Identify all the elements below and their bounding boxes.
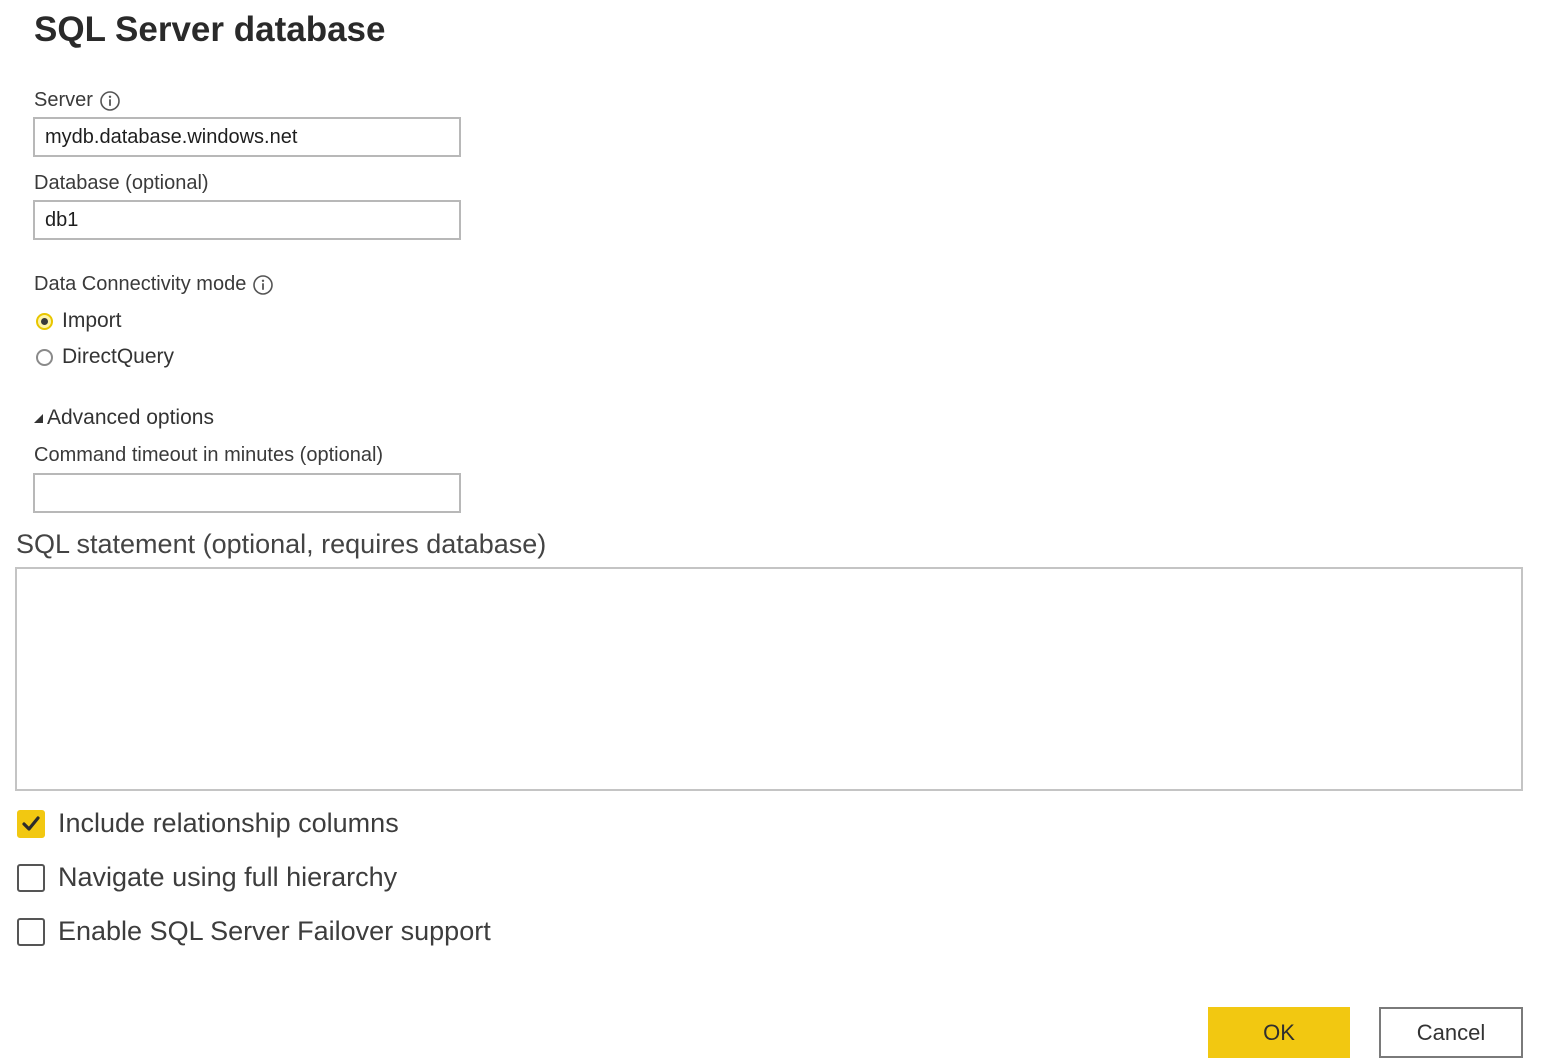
include-relationship-columns-option[interactable]: Include relationship columns — [17, 808, 399, 839]
sql-statement-label: SQL statement (optional, requires databa… — [16, 529, 547, 559]
radio-import[interactable]: Import — [36, 309, 122, 333]
failover-support-option[interactable]: Enable SQL Server Failover support — [17, 916, 491, 947]
ok-button[interactable]: OK — [1208, 1007, 1350, 1058]
dialog-title: SQL Server database — [34, 10, 386, 49]
radio-button-selected[interactable] — [36, 312, 53, 330]
timeout-input[interactable] — [33, 473, 461, 513]
radio-import-label: Import — [62, 309, 122, 332]
include-relationship-columns-label: Include relationship columns — [58, 808, 399, 838]
database-input[interactable] — [33, 200, 461, 240]
navigate-full-hierarchy-label: Navigate using full hierarchy — [58, 862, 398, 892]
info-icon[interactable] — [99, 90, 121, 112]
connectivity-label: Data Connectivity mode — [34, 273, 247, 295]
server-label-row: Server — [34, 89, 121, 112]
checkbox[interactable] — [17, 917, 45, 946]
triangle-expanded-icon — [34, 413, 43, 423]
cancel-button[interactable]: Cancel — [1379, 1007, 1523, 1058]
checkbox[interactable] — [17, 863, 45, 892]
radio-button[interactable] — [36, 348, 53, 366]
server-input[interactable] — [33, 117, 461, 157]
checkmark-icon — [22, 815, 40, 831]
server-label: Server — [34, 89, 93, 111]
radio-directquery[interactable]: DirectQuery — [36, 345, 174, 369]
info-icon[interactable] — [252, 274, 274, 296]
connectivity-label-row: Data Connectivity mode — [34, 273, 274, 296]
sql-statement-textarea[interactable] — [15, 567, 1523, 791]
radio-directquery-label: DirectQuery — [62, 345, 175, 368]
navigate-full-hierarchy-option[interactable]: Navigate using full hierarchy — [17, 862, 397, 893]
advanced-options-toggle[interactable]: Advanced options — [34, 406, 214, 430]
failover-support-label: Enable SQL Server Failover support — [58, 916, 491, 946]
advanced-options-label: Advanced options — [47, 406, 214, 429]
checkbox-checked[interactable] — [17, 809, 45, 838]
database-label: Database (optional) — [34, 172, 209, 194]
timeout-label: Command timeout in minutes (optional) — [34, 444, 384, 466]
